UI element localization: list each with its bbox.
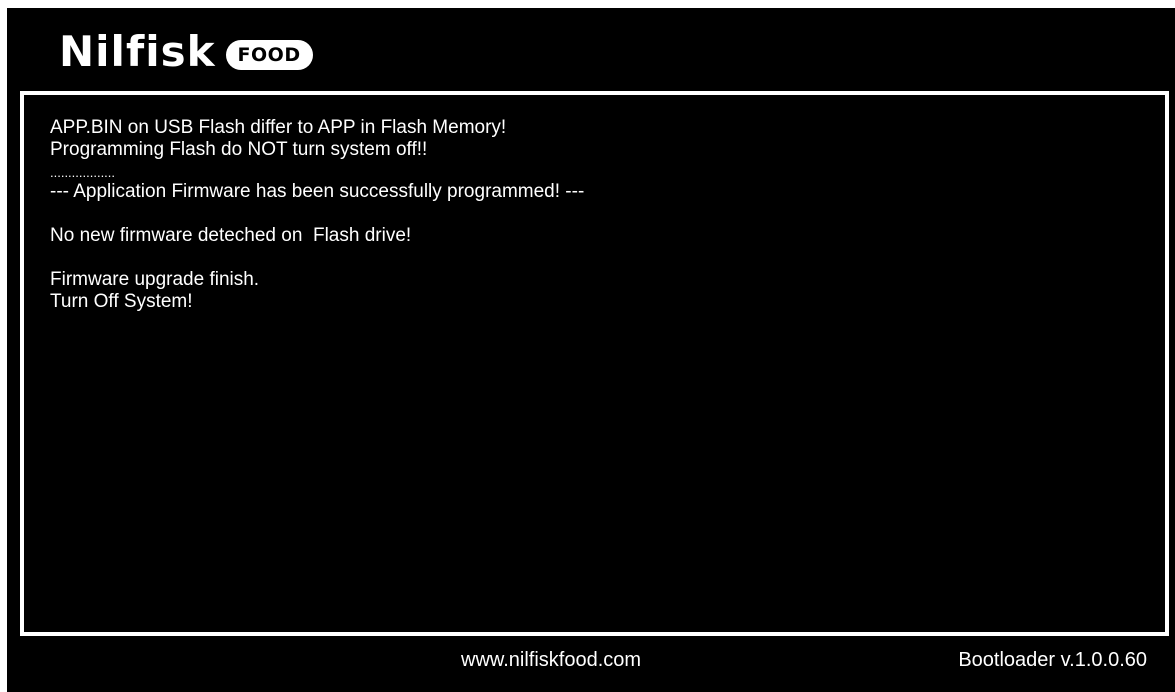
console-line: APP.BIN on USB Flash differ to APP in Fl… <box>50 117 507 138</box>
console-line: Turn Off System! <box>50 291 193 312</box>
console-progress-dots: .................. <box>50 165 116 180</box>
console-line: --- Application Firmware has been succes… <box>50 181 585 202</box>
console-output-panel: APP.BIN on USB Flash differ to APP in Fl… <box>20 91 1169 636</box>
bootloader-screen: Nilfisk FOOD APP.BIN on USB Flash differ… <box>7 8 1175 692</box>
logo-wordmark: Nilfisk <box>59 27 216 76</box>
console-line: No new firmware deteched on Flash drive! <box>50 225 412 246</box>
console-line: Firmware upgrade finish. <box>50 269 260 290</box>
website-url: www.nilfiskfood.com <box>461 649 642 671</box>
bootloader-version: Bootloader v.1.0.0.60 <box>958 649 1147 671</box>
console-line: Programming Flash do NOT turn system off… <box>50 139 428 160</box>
nilfisk-food-logo: Nilfisk FOOD <box>59 30 313 74</box>
console-lines: APP.BIN on USB Flash differ to APP in Fl… <box>50 117 1145 313</box>
logo-food-badge: FOOD <box>225 40 313 70</box>
